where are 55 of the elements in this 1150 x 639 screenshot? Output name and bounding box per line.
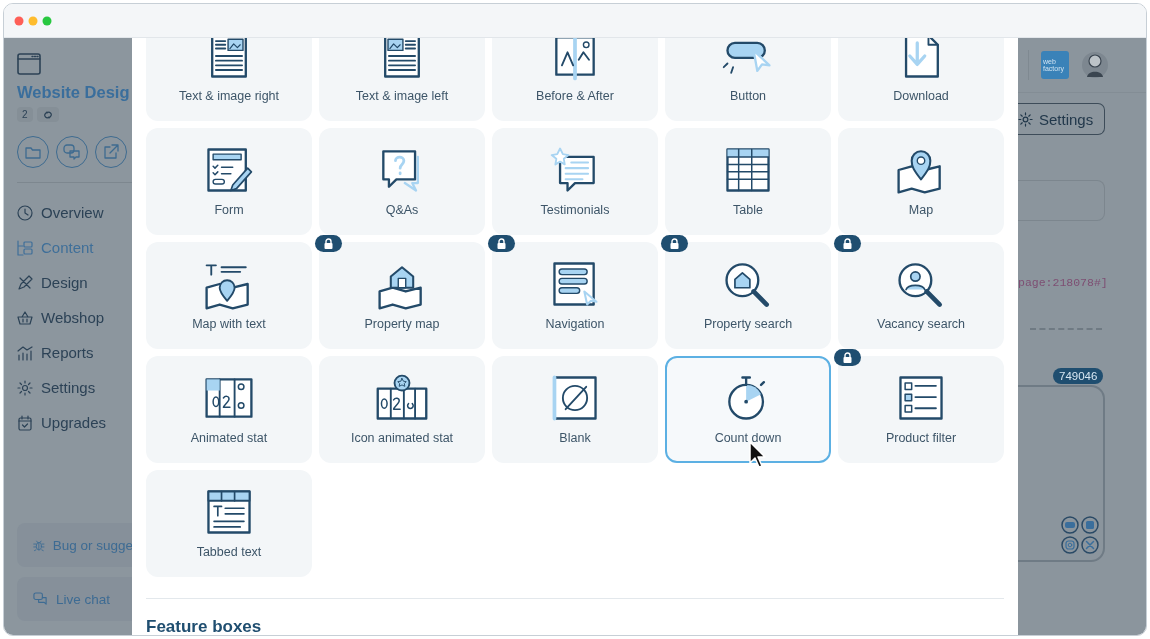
- chat-bubbles-icon: [33, 591, 48, 607]
- link-chip[interactable]: [36, 107, 59, 122]
- basket-icon: [17, 309, 33, 326]
- block-option[interactable]: Q&As: [319, 128, 485, 235]
- clock-icon: [17, 204, 33, 221]
- lock-icon: [324, 238, 333, 249]
- block-option[interactable]: Navigation: [492, 242, 658, 349]
- block-option[interactable]: Table: [665, 128, 831, 235]
- block-option[interactable]: Animated stat: [146, 356, 312, 463]
- block-option[interactable]: Text & image right: [146, 38, 312, 121]
- lock-icon: [843, 352, 852, 363]
- block-option[interactable]: Tabbed text: [146, 470, 312, 577]
- settings-button[interactable]: Settings: [1018, 103, 1105, 135]
- id-badge: 749046: [1053, 368, 1104, 384]
- block-option[interactable]: Property map: [319, 242, 485, 349]
- window-controls-icon[interactable]: [14, 15, 54, 26]
- nav-item[interactable]: Upgrades: [17, 411, 132, 434]
- camera-icon[interactable]: [1061, 536, 1079, 554]
- block-option[interactable]: Product filter: [838, 356, 1004, 463]
- code-text: page:218078#]: [1018, 276, 1109, 289]
- block-option[interactable]: Button: [665, 38, 831, 121]
- bug-icon: [33, 537, 45, 553]
- block-option[interactable]: Property search: [665, 242, 831, 349]
- block-option[interactable]: Blank: [492, 356, 658, 463]
- block-option[interactable]: Icon animated stat: [319, 356, 485, 463]
- layout-blocks-icon: [17, 239, 33, 256]
- nav-item[interactable]: Webshop: [17, 306, 132, 329]
- lock-icon: [670, 238, 679, 249]
- block-option[interactable]: Testimonials: [492, 128, 658, 235]
- mouse-pointer-icon: [748, 440, 766, 468]
- block-option[interactable]: Before & After: [492, 38, 658, 121]
- block-option[interactable]: Form: [146, 128, 312, 235]
- block-option[interactable]: Text & image left: [319, 38, 485, 121]
- block-option[interactable]: Map: [838, 128, 1004, 235]
- nav-item[interactable]: Settings: [17, 376, 132, 399]
- calendar-check-icon: [17, 414, 33, 431]
- x-logo-icon[interactable]: [1081, 536, 1099, 554]
- nav-item[interactable]: Overview: [17, 201, 132, 224]
- input-field[interactable]: [1018, 180, 1105, 221]
- lock-icon: [497, 238, 506, 249]
- bar-chart-icon: [17, 344, 33, 361]
- browser-window-icon: [17, 53, 41, 75]
- chat-bubbles-icon: [63, 144, 81, 160]
- external-link-icon: [103, 144, 119, 160]
- folder-icon: [25, 145, 41, 159]
- pencil-ruler-icon: [17, 274, 33, 291]
- block-option[interactable]: Vacancy search: [838, 242, 1004, 349]
- block-option[interactable]: Download: [838, 38, 1004, 121]
- block-option[interactable]: Count down: [665, 356, 831, 463]
- nav-item[interactable]: Reports: [17, 341, 132, 364]
- project-title: Website Desig: [17, 83, 131, 102]
- version-count: 2: [17, 107, 33, 122]
- lock-icon: [843, 238, 852, 249]
- section-heading: Feature boxes: [146, 618, 263, 635]
- block-option[interactable]: Map with text: [146, 242, 312, 349]
